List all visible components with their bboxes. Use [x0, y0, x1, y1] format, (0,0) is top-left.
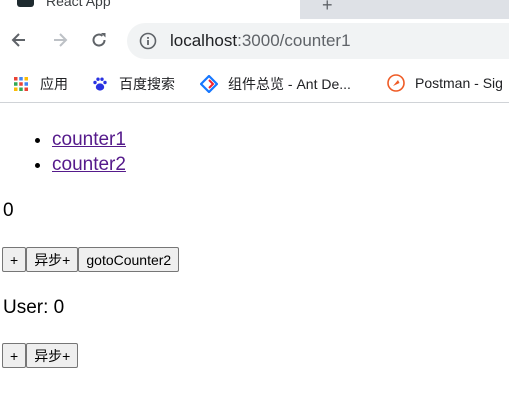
forward-button[interactable] — [47, 27, 73, 53]
user-button-row: + 异步+ — [2, 343, 79, 368]
reload-icon — [92, 33, 106, 47]
ant-design-icon — [200, 75, 218, 93]
list-item: counter1 — [52, 127, 126, 152]
browser-toolbar: localhost:3000/counter1 — [0, 19, 509, 64]
list-item: counter2 — [52, 152, 126, 177]
apps-grid-icon — [12, 75, 30, 93]
bookmarks-bar: 应用 百度搜索 组件总览 - Ant De... Postman - Sig — [0, 64, 509, 103]
site-info-icon[interactable] — [139, 32, 157, 55]
back-arrow-icon — [11, 33, 25, 47]
bookmark-baidu[interactable]: 百度搜索 — [91, 74, 175, 94]
forward-arrow-icon — [54, 33, 68, 47]
browser-tab-active[interactable]: React App × — [0, 0, 300, 19]
user-value: User: 0 — [3, 297, 65, 318]
bookmark-ant-design[interactable]: 组件总览 - Ant De... — [200, 74, 351, 94]
react-favicon-icon — [17, 0, 34, 7]
page-content: counter1 counter2 0 + 异步+ gotoCounter2 U… — [0, 103, 509, 401]
route-nav-list: counter1 counter2 — [0, 127, 126, 177]
address-bar[interactable]: localhost:3000/counter1 — [127, 23, 509, 59]
counter-button-row: + 异步+ gotoCounter2 — [2, 247, 180, 272]
bookmark-apps[interactable]: 应用 — [12, 74, 68, 94]
new-tab-button[interactable]: + — [322, 0, 333, 16]
user-increment-button[interactable]: + — [2, 343, 27, 368]
url-path: :3000/counter1 — [237, 31, 351, 50]
baidu-paw-icon — [91, 75, 109, 93]
link-counter2[interactable]: counter2 — [52, 154, 126, 175]
counter-async-increment-button[interactable]: 异步+ — [26, 247, 79, 272]
bookmark-label: 应用 — [40, 76, 68, 92]
postman-icon — [387, 74, 405, 92]
back-button[interactable] — [6, 27, 32, 53]
bookmark-label: Postman - Sig — [415, 75, 503, 91]
tab-strip: React App × + — [0, 0, 509, 19]
bookmark-label: 组件总览 - Ant De... — [228, 76, 351, 92]
counter-value: 0 — [3, 200, 14, 221]
goto-counter2-button[interactable]: gotoCounter2 — [78, 247, 180, 272]
address-url: localhost:3000/counter1 — [170, 31, 351, 51]
link-counter1[interactable]: counter1 — [52, 129, 126, 150]
counter-increment-button[interactable]: + — [2, 247, 27, 272]
user-async-increment-button[interactable]: 异步+ — [26, 343, 79, 368]
reload-button[interactable] — [86, 27, 112, 53]
bookmark-label: 百度搜索 — [119, 76, 175, 92]
tab-close-icon[interactable]: × — [268, 0, 276, 3]
tab-title: React App — [46, 0, 111, 9]
bookmark-postman[interactable]: Postman - Sig — [387, 74, 503, 92]
url-host: localhost — [170, 31, 238, 50]
